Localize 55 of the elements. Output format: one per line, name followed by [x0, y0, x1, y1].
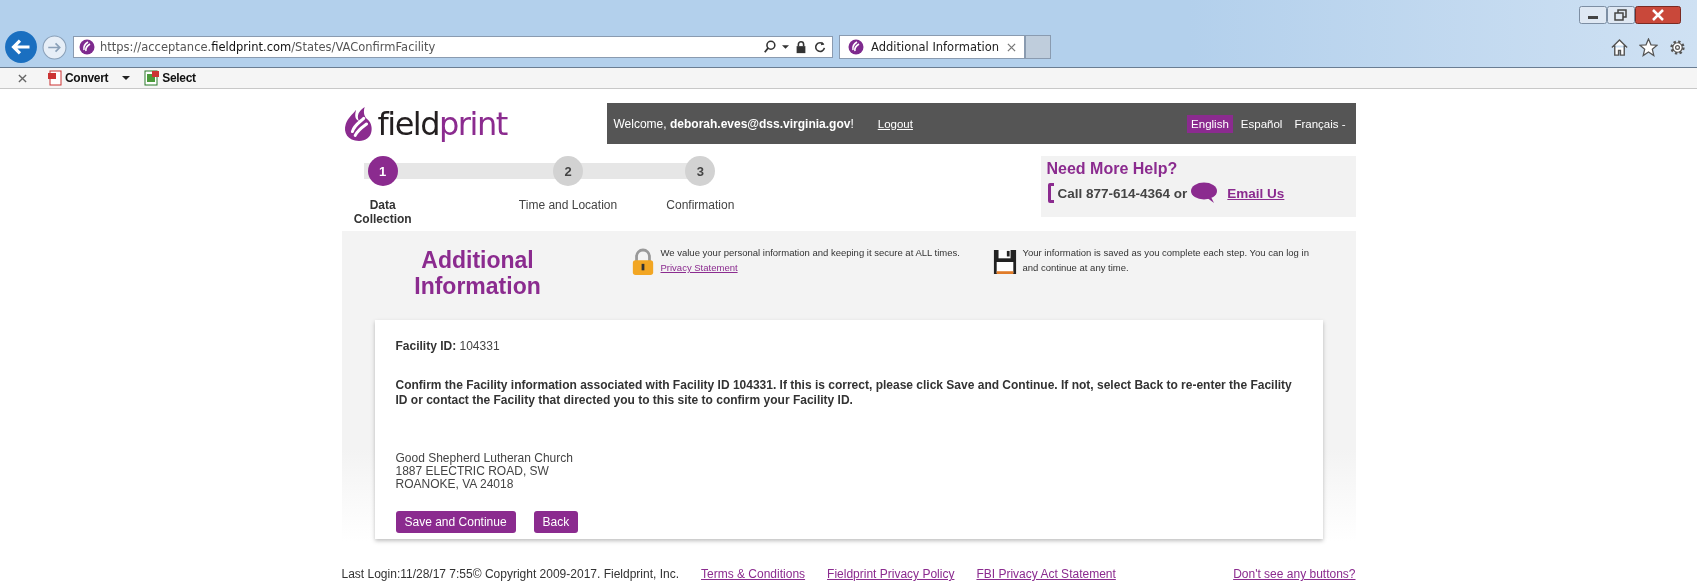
step-label: Confirmation: [666, 198, 735, 212]
email-link[interactable]: Email Us: [1227, 185, 1285, 201]
notice-message: Your information is saved as you complete each step. You can log in and continue at any time.: [1022, 247, 1309, 273]
help-title: Need More Help?: [1046, 160, 1179, 178]
lock-icon[interactable]: [794, 40, 808, 54]
address-line: 1887 ELECTRIC ROAD, SW: [395, 465, 550, 478]
restore-icon[interactable]: [1607, 6, 1635, 24]
browser-tab[interactable]: Additional Information: [839, 35, 1025, 59]
close-icon[interactable]: [1635, 6, 1681, 24]
form-button[interactable]: Save and Continue: [395, 511, 516, 533]
caret-icon[interactable]: [122, 75, 131, 81]
phone-text: Call 877-614-4364 or: [1057, 185, 1188, 201]
back-icon[interactable]: [4, 30, 38, 64]
footer-link[interactable]: Terms & Conditions: [701, 567, 806, 581]
form-button[interactable]: Back: [533, 511, 579, 533]
step-circle: 1: [367, 156, 398, 186]
search-icon[interactable]: [763, 40, 777, 54]
settings-icon[interactable]: [1668, 37, 1687, 57]
close-icon[interactable]: [1007, 42, 1016, 52]
url-text: https://acceptance.fieldprint.com/States/VAConfirmFacility: [100, 40, 436, 54]
minimize-icon[interactable]: [1579, 6, 1607, 24]
footer-link[interactable]: FBI Privacy Act Statement: [976, 567, 1116, 581]
facility-id-text: Facility ID: 104331: [395, 339, 501, 353]
language-link[interactable]: Français -: [1290, 114, 1350, 133]
welcome-text: Welcome, deborah.eves@dss.virginia.gov!: [613, 116, 854, 131]
address-line: Good Shepherd Lutheran Church: [395, 452, 574, 465]
fieldprint-logo[interactable]: fieldprint: [341, 104, 607, 143]
site-icon: [79, 39, 95, 55]
star-icon[interactable]: [1639, 37, 1658, 57]
confirm-message: Confirm the Facility information associated with Facility ID 104331. If this is correct, please click Save and Continue. If not, select Back to re-enter the Facility ID or contact the Facility that directed you to this site to confirm your Facility ID.: [395, 378, 1293, 408]
address-bar[interactable]: https://acceptance.fieldprint.com/States/VAConfirmFacility: [73, 36, 833, 58]
copyright-text: Last Login:11/28/17 7:55© Copyright 2009-2017. Fieldprint, Inc.: [341, 567, 679, 581]
language-link[interactable]: Español: [1236, 114, 1287, 133]
footer-link[interactable]: Fieldprint Privacy Policy: [827, 567, 955, 581]
close-icon[interactable]: [18, 73, 27, 83]
refresh-icon[interactable]: [813, 40, 827, 54]
phone-icon: [1046, 182, 1055, 204]
step-circle: 3: [685, 156, 716, 186]
toolbar-button[interactable]: Select: [144, 70, 196, 86]
step-label: Time and Location: [518, 198, 618, 212]
address-line: ROANOKE, VA 24018: [395, 478, 515, 491]
language-link[interactable]: English: [1187, 114, 1233, 133]
step-circle: 2: [553, 156, 583, 186]
logout-link[interactable]: Logout: [877, 117, 913, 130]
padlock-icon: [630, 248, 655, 276]
site-icon: [848, 39, 864, 55]
footer-help-link[interactable]: Don't see any buttons?: [1233, 567, 1356, 581]
step-label: Data Collection: [352, 198, 413, 226]
privacy-link[interactable]: Privacy Statement: [660, 262, 738, 273]
notice-message: We value your personal information and keeping it secure at ALL times.: [660, 247, 960, 258]
toolbar-button[interactable]: Convert: [47, 70, 109, 86]
page-title: Additional Information: [413, 247, 542, 299]
home-icon[interactable]: [1610, 37, 1629, 57]
chat-bubble-icon: [1190, 182, 1219, 204]
caret-icon[interactable]: [782, 44, 789, 50]
